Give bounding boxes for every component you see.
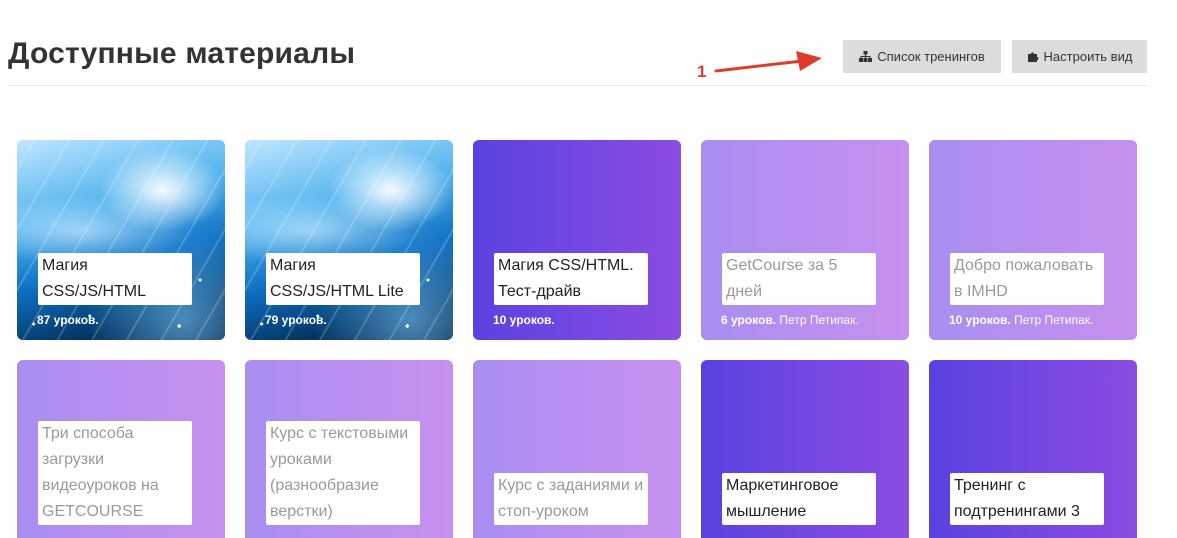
- course-meta: 10 уроков.: [493, 313, 555, 327]
- course-title: Курс с текстовыми уроками (разнообразие …: [266, 421, 420, 525]
- course-title: Курс с заданиями и стоп-уроком: [494, 473, 648, 525]
- annotation-number: 1: [697, 62, 707, 81]
- course-cover-image: [17, 140, 225, 340]
- customize-view-button[interactable]: Настроить вид: [1012, 40, 1147, 73]
- course-title: Добро пожаловать в IMHD: [950, 253, 1104, 305]
- course-meta: 10 уроков. Петр Петипак.: [949, 313, 1093, 327]
- course-title: Магия CSS/HTML. Тест-драйв: [494, 253, 648, 305]
- customize-view-button-label: Настроить вид: [1043, 49, 1133, 64]
- course-card[interactable]: Тренинг с подтренингами 3: [929, 360, 1137, 538]
- course-card[interactable]: Магия CSS/JS/HTML 87 уроков.: [17, 140, 225, 340]
- course-cover: [929, 140, 1137, 340]
- training-list-button-label: Список тренингов: [877, 49, 985, 64]
- course-card[interactable]: Магия CSS/HTML. Тест-драйв 10 уроков.: [473, 140, 681, 340]
- course-card[interactable]: Маркетинговое мышление: [701, 360, 909, 538]
- course-title: GetCourse за 5 дней: [722, 253, 876, 305]
- course-card[interactable]: Добро пожаловать в IMHD 10 уроков. Петр …: [929, 140, 1137, 340]
- course-title: Тренинг с подтренингами 3: [950, 473, 1104, 525]
- course-title: Три способа загрузки видеоуроков на GETC…: [38, 421, 192, 525]
- course-author: Петр Петипак.: [779, 313, 859, 327]
- course-card[interactable]: Три способа загрузки видеоуроков на GETC…: [17, 360, 225, 538]
- puzzle-icon: [1027, 52, 1039, 62]
- course-card[interactable]: GetCourse за 5 дней 6 уроков. Петр Петип…: [701, 140, 909, 340]
- lesson-count: 6 уроков.: [721, 313, 777, 327]
- lesson-count: 79 уроков.: [265, 313, 327, 327]
- course-cover-image: [245, 140, 453, 340]
- sitemap-icon: [859, 51, 873, 62]
- course-card[interactable]: Курс с текстовыми уроками (разнообразие …: [245, 360, 453, 538]
- lesson-count: 10 уроков.: [493, 313, 555, 327]
- annotation-arrow-icon: [714, 51, 822, 73]
- page: Доступные материалы 1 Список тренингов Н…: [0, 0, 1177, 538]
- lesson-count: 10 уроков.: [949, 313, 1011, 327]
- title-divider: [8, 85, 1147, 86]
- course-author: Петр Петипак.: [1014, 313, 1094, 327]
- course-cover: [473, 140, 681, 340]
- course-title: Магия CSS/JS/HTML: [38, 253, 192, 305]
- course-meta: 6 уроков. Петр Петипак.: [721, 313, 859, 327]
- course-card[interactable]: Курс с заданиями и стоп-уроком: [473, 360, 681, 538]
- training-list-button[interactable]: Список тренингов: [843, 40, 1001, 73]
- course-title: Магия CSS/JS/HTML Lite: [266, 253, 420, 305]
- page-title: Доступные материалы: [8, 37, 356, 70]
- course-cover: [701, 140, 909, 340]
- lesson-count: 87 уроков.: [37, 313, 99, 327]
- course-title: Маркетинговое мышление: [722, 473, 876, 525]
- course-meta: 87 уроков.: [37, 313, 99, 327]
- course-meta: 79 уроков.: [265, 313, 327, 327]
- course-card[interactable]: Магия CSS/JS/HTML Lite 79 уроков.: [245, 140, 453, 340]
